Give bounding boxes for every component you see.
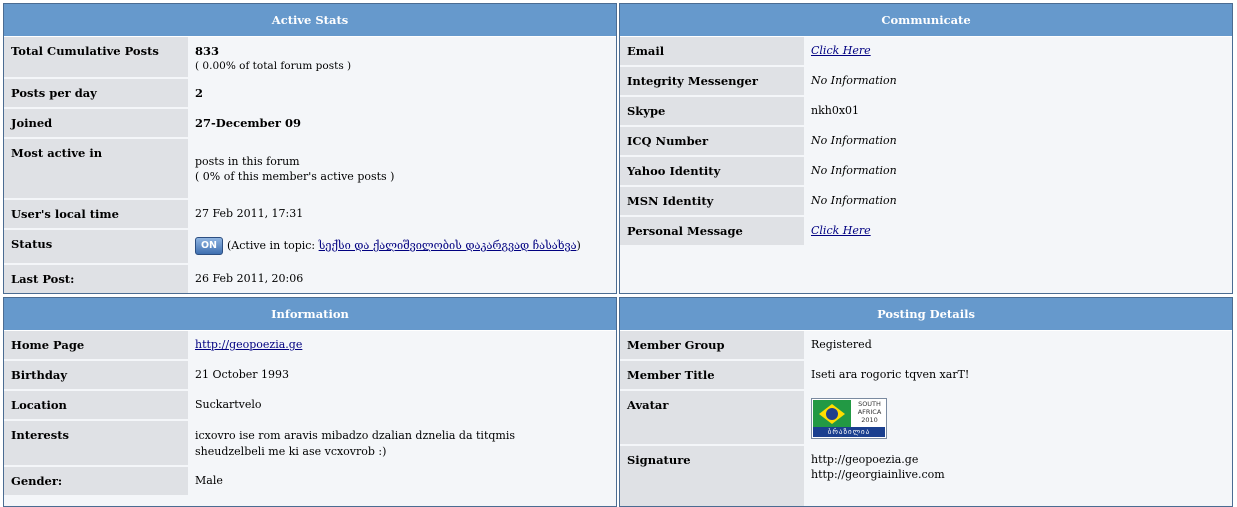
table-row: Member Title Iseti ara rogoric tqven xar… (620, 361, 1232, 391)
joined-label: Joined (4, 109, 188, 139)
most-active-label: Most active in (4, 139, 188, 200)
table-row: Signature http://geopoezia.ge http://geo… (620, 446, 1232, 506)
location-value: Suckartvelo (188, 391, 616, 421)
table-row: Status ON (Active in topic: სექსი და ქალი… (4, 230, 616, 265)
table-row: Skype nkh0x01 (620, 97, 1232, 127)
table-row: Email Click Here (620, 37, 1232, 67)
gender-value: Male (188, 467, 616, 495)
communicate-table: Email Click Here Integrity Messenger No … (620, 37, 1232, 245)
panel-title: Active Stats (4, 4, 616, 37)
location-label: Location (4, 391, 188, 421)
table-row: ICQ Number No Information (620, 127, 1232, 157)
communicate-panel: Communicate Email Click Here Integrity M… (619, 3, 1233, 294)
panel-title: Posting Details (620, 298, 1232, 331)
email-label: Email (620, 37, 804, 67)
most-active-cell: posts in this forum ( 0% of this member'… (188, 139, 616, 200)
status-suffix: ) (576, 239, 581, 252)
table-row: MSN Identity No Information (620, 187, 1232, 217)
most-active-line1: posts in this forum (195, 155, 300, 168)
msn-label: MSN Identity (620, 187, 804, 217)
group-value: Registered (804, 331, 1232, 361)
posting-details-table: Member Group Registered Member Title Ise… (620, 331, 1232, 506)
posts-per-day-value: 2 (188, 79, 616, 109)
msn-value: No Information (804, 187, 1232, 217)
table-row: Last Post: 26 Feb 2011, 20:06 (4, 265, 616, 293)
pm-label: Personal Message (620, 217, 804, 245)
avatar-cell: SOUTH AFRICA 2010 ბრაზილია (804, 391, 1232, 446)
member-title-label: Member Title (620, 361, 804, 391)
birthday-value: 21 October 1993 (188, 361, 616, 391)
total-posts-cell: 833 ( 0.00% of total forum posts ) (188, 37, 616, 79)
signature-cell: http://geopoezia.ge http://georgiainlive… (804, 446, 1232, 506)
birthday-label: Birthday (4, 361, 188, 391)
email-link[interactable]: Click Here (811, 44, 871, 57)
profile-grid: Active Stats Total Cumulative Posts 833 … (3, 3, 1233, 507)
panel-title: Communicate (620, 4, 1232, 37)
table-row: Home Page http://geopoezia.ge (4, 331, 616, 361)
homepage-label: Home Page (4, 331, 188, 361)
local-time-value: 27 Feb 2011, 17:31 (188, 200, 616, 230)
table-row: Joined 27-December 09 (4, 109, 616, 139)
table-row: Interests icxovro ise rom aravis mibadzo… (4, 421, 616, 467)
brazil-flag-icon (813, 400, 851, 428)
signature-line-1: http://geopoezia.ge (811, 453, 919, 466)
interests-value: icxovro ise rom aravis mibadzo dzalian d… (188, 421, 616, 467)
avatar-label: Avatar (620, 391, 804, 446)
skype-label: Skype (620, 97, 804, 127)
table-row: Posts per day 2 (4, 79, 616, 109)
information-table: Home Page http://geopoezia.ge Birthday 2… (4, 331, 616, 495)
skype-value: nkh0x01 (804, 97, 1232, 127)
last-post-value: 26 Feb 2011, 20:06 (188, 265, 616, 293)
avatar: SOUTH AFRICA 2010 ბრაზილია (811, 398, 887, 439)
table-row: Personal Message Click Here (620, 217, 1232, 245)
signature-label: Signature (620, 446, 804, 506)
information-panel: Information Home Page http://geopoezia.g… (3, 297, 617, 507)
table-row: Member Group Registered (620, 331, 1232, 361)
total-posts-value: 833 (195, 44, 220, 58)
total-posts-note: ( 0.00% of total forum posts ) (195, 60, 352, 72)
icq-label: ICQ Number (620, 127, 804, 157)
local-time-label: User's local time (4, 200, 188, 230)
yahoo-label: Yahoo Identity (620, 157, 804, 187)
integrity-value: No Information (804, 67, 1232, 97)
table-row: Avatar SOUTH AFRICA 2010 ბრაზილია (620, 391, 1232, 446)
homepage-link[interactable]: http://geopoezia.ge (195, 338, 302, 351)
yahoo-value: No Information (804, 157, 1232, 187)
personal-message-link[interactable]: Click Here (811, 224, 871, 237)
table-row: User's local time 27 Feb 2011, 17:31 (4, 200, 616, 230)
table-row: Integrity Messenger No Information (620, 67, 1232, 97)
panel-title: Information (4, 298, 616, 331)
table-row: Birthday 21 October 1993 (4, 361, 616, 391)
signature-line-2: http://georgiainlive.com (811, 468, 945, 481)
status-label: Status (4, 230, 188, 265)
avatar-banner: ბრაზილია (813, 427, 885, 437)
active-stats-table: Total Cumulative Posts 833 ( 0.00% of to… (4, 37, 616, 293)
icq-value: No Information (804, 127, 1232, 157)
interests-label: Interests (4, 421, 188, 467)
integrity-label: Integrity Messenger (620, 67, 804, 97)
table-row: Location Suckartvelo (4, 391, 616, 421)
group-label: Member Group (620, 331, 804, 361)
posts-per-day-label: Posts per day (4, 79, 188, 109)
active-topic-link[interactable]: სექსი და ქალიშვილობის დაკარგვად ჩასახვა (319, 239, 577, 252)
most-active-line2: ( 0% of this member's active posts ) (195, 170, 395, 183)
gender-label: Gender: (4, 467, 188, 495)
last-post-label: Last Post: (4, 265, 188, 293)
avatar-caption: SOUTH AFRICA 2010 (857, 400, 882, 424)
table-row: Gender: Male (4, 467, 616, 495)
member-title-value: Iseti ara rogoric tqven xarT! (804, 361, 1232, 391)
online-status-badge: ON (195, 237, 223, 255)
joined-value: 27-December 09 (188, 109, 616, 139)
posting-details-panel: Posting Details Member Group Registered … (619, 297, 1233, 507)
status-cell: ON (Active in topic: სექსი და ქალიშვილობი… (188, 230, 616, 265)
table-row: Most active in posts in this forum ( 0% … (4, 139, 616, 200)
total-posts-label: Total Cumulative Posts (4, 37, 188, 79)
status-prefix: (Active in topic: (227, 239, 319, 252)
table-row: Yahoo Identity No Information (620, 157, 1232, 187)
active-stats-panel: Active Stats Total Cumulative Posts 833 … (3, 3, 617, 294)
table-row: Total Cumulative Posts 833 ( 0.00% of to… (4, 37, 616, 79)
